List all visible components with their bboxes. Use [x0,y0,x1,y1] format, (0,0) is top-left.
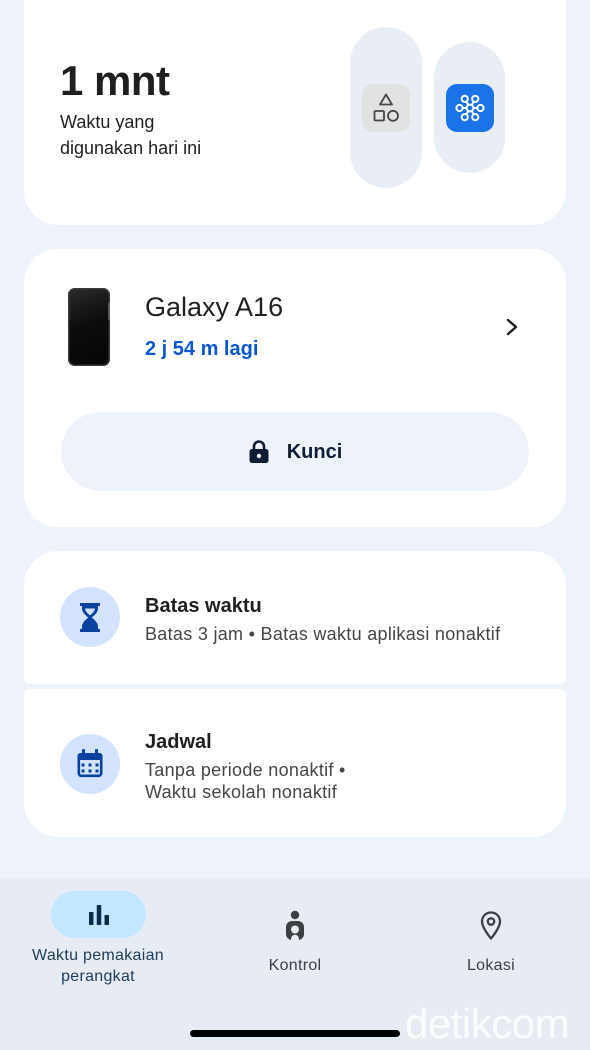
home-indicator[interactable] [190,1030,400,1037]
usage-time-value: 1 mnt [60,57,170,104]
schedule-title: Jadwal [145,731,212,753]
schedule-subtitle: Tanpa periode nonaktif • Waktu sekolah n… [145,759,346,803]
nav-item-location[interactable]: Lokasi [406,878,576,1008]
device-name: Galaxy A16 [145,292,284,322]
hourglass-icon [60,587,120,647]
nav-label-line: Kontrol [268,957,322,974]
subtitle-line: Waktu sekolah nonaktif [145,782,338,802]
phone-image [68,288,110,366]
chevron-right-icon[interactable] [504,317,520,337]
watermark: detikcom [405,1000,570,1047]
nav-label-line: Waktu pemakaian [32,947,164,964]
device-card[interactable]: Galaxy A16 2 j 54 m lagi Kunci [24,249,566,527]
calendar-icon [60,734,120,794]
time-limit-subtitle: Batas 3 jam • Batas waktu aplikasi nonak… [145,623,500,645]
nav-item-screen-time[interactable]: Waktu pemakaian perangkat [13,878,183,1008]
child-person-icon [282,910,308,941]
nav-label: Waktu pemakaian perangkat [13,945,183,987]
time-limit-title: Batas waktu [145,595,262,617]
location-pin-icon [478,910,504,941]
nav-label-line: Lokasi [466,957,516,974]
usage-summary-card[interactable]: 1 mnt Waktu yang digunakan hari ini [24,0,566,225]
app-usage-pill[interactable] [434,42,505,173]
nav-active-indicator [51,891,146,938]
nav-label: Kontrol [210,955,380,976]
usage-caption-line: digunakan hari ini [60,138,202,158]
subtitle-line: Tanpa periode nonaktif • [145,760,346,780]
network-icon [446,84,494,132]
bar-chart-icon [88,904,109,925]
nav-item-controls[interactable]: Kontrol [210,878,380,1008]
usage-caption-line: Waktu yang [60,112,155,132]
time-limit-card[interactable]: Batas waktu Batas 3 jam • Batas waktu ap… [24,551,566,684]
app-usage-pill[interactable] [350,27,422,188]
subtitle-line: Batas 3 jam • Batas waktu aplikasi nonak… [145,624,501,644]
lock-device-button[interactable]: Kunci [61,412,529,491]
schedule-card[interactable]: Jadwal Tanpa periode nonaktif • Waktu se… [24,689,566,837]
lock-button-label: Kunci [286,440,343,463]
device-time-left: 2 j 54 m lagi [145,338,259,360]
nav-label-line: perangkat [61,968,135,985]
phone-side-button [108,302,110,320]
usage-caption: Waktu yang digunakan hari ini [60,109,201,161]
shapes-icon [362,84,410,132]
nav-label: Lokasi [406,955,576,976]
lock-icon [248,439,270,464]
